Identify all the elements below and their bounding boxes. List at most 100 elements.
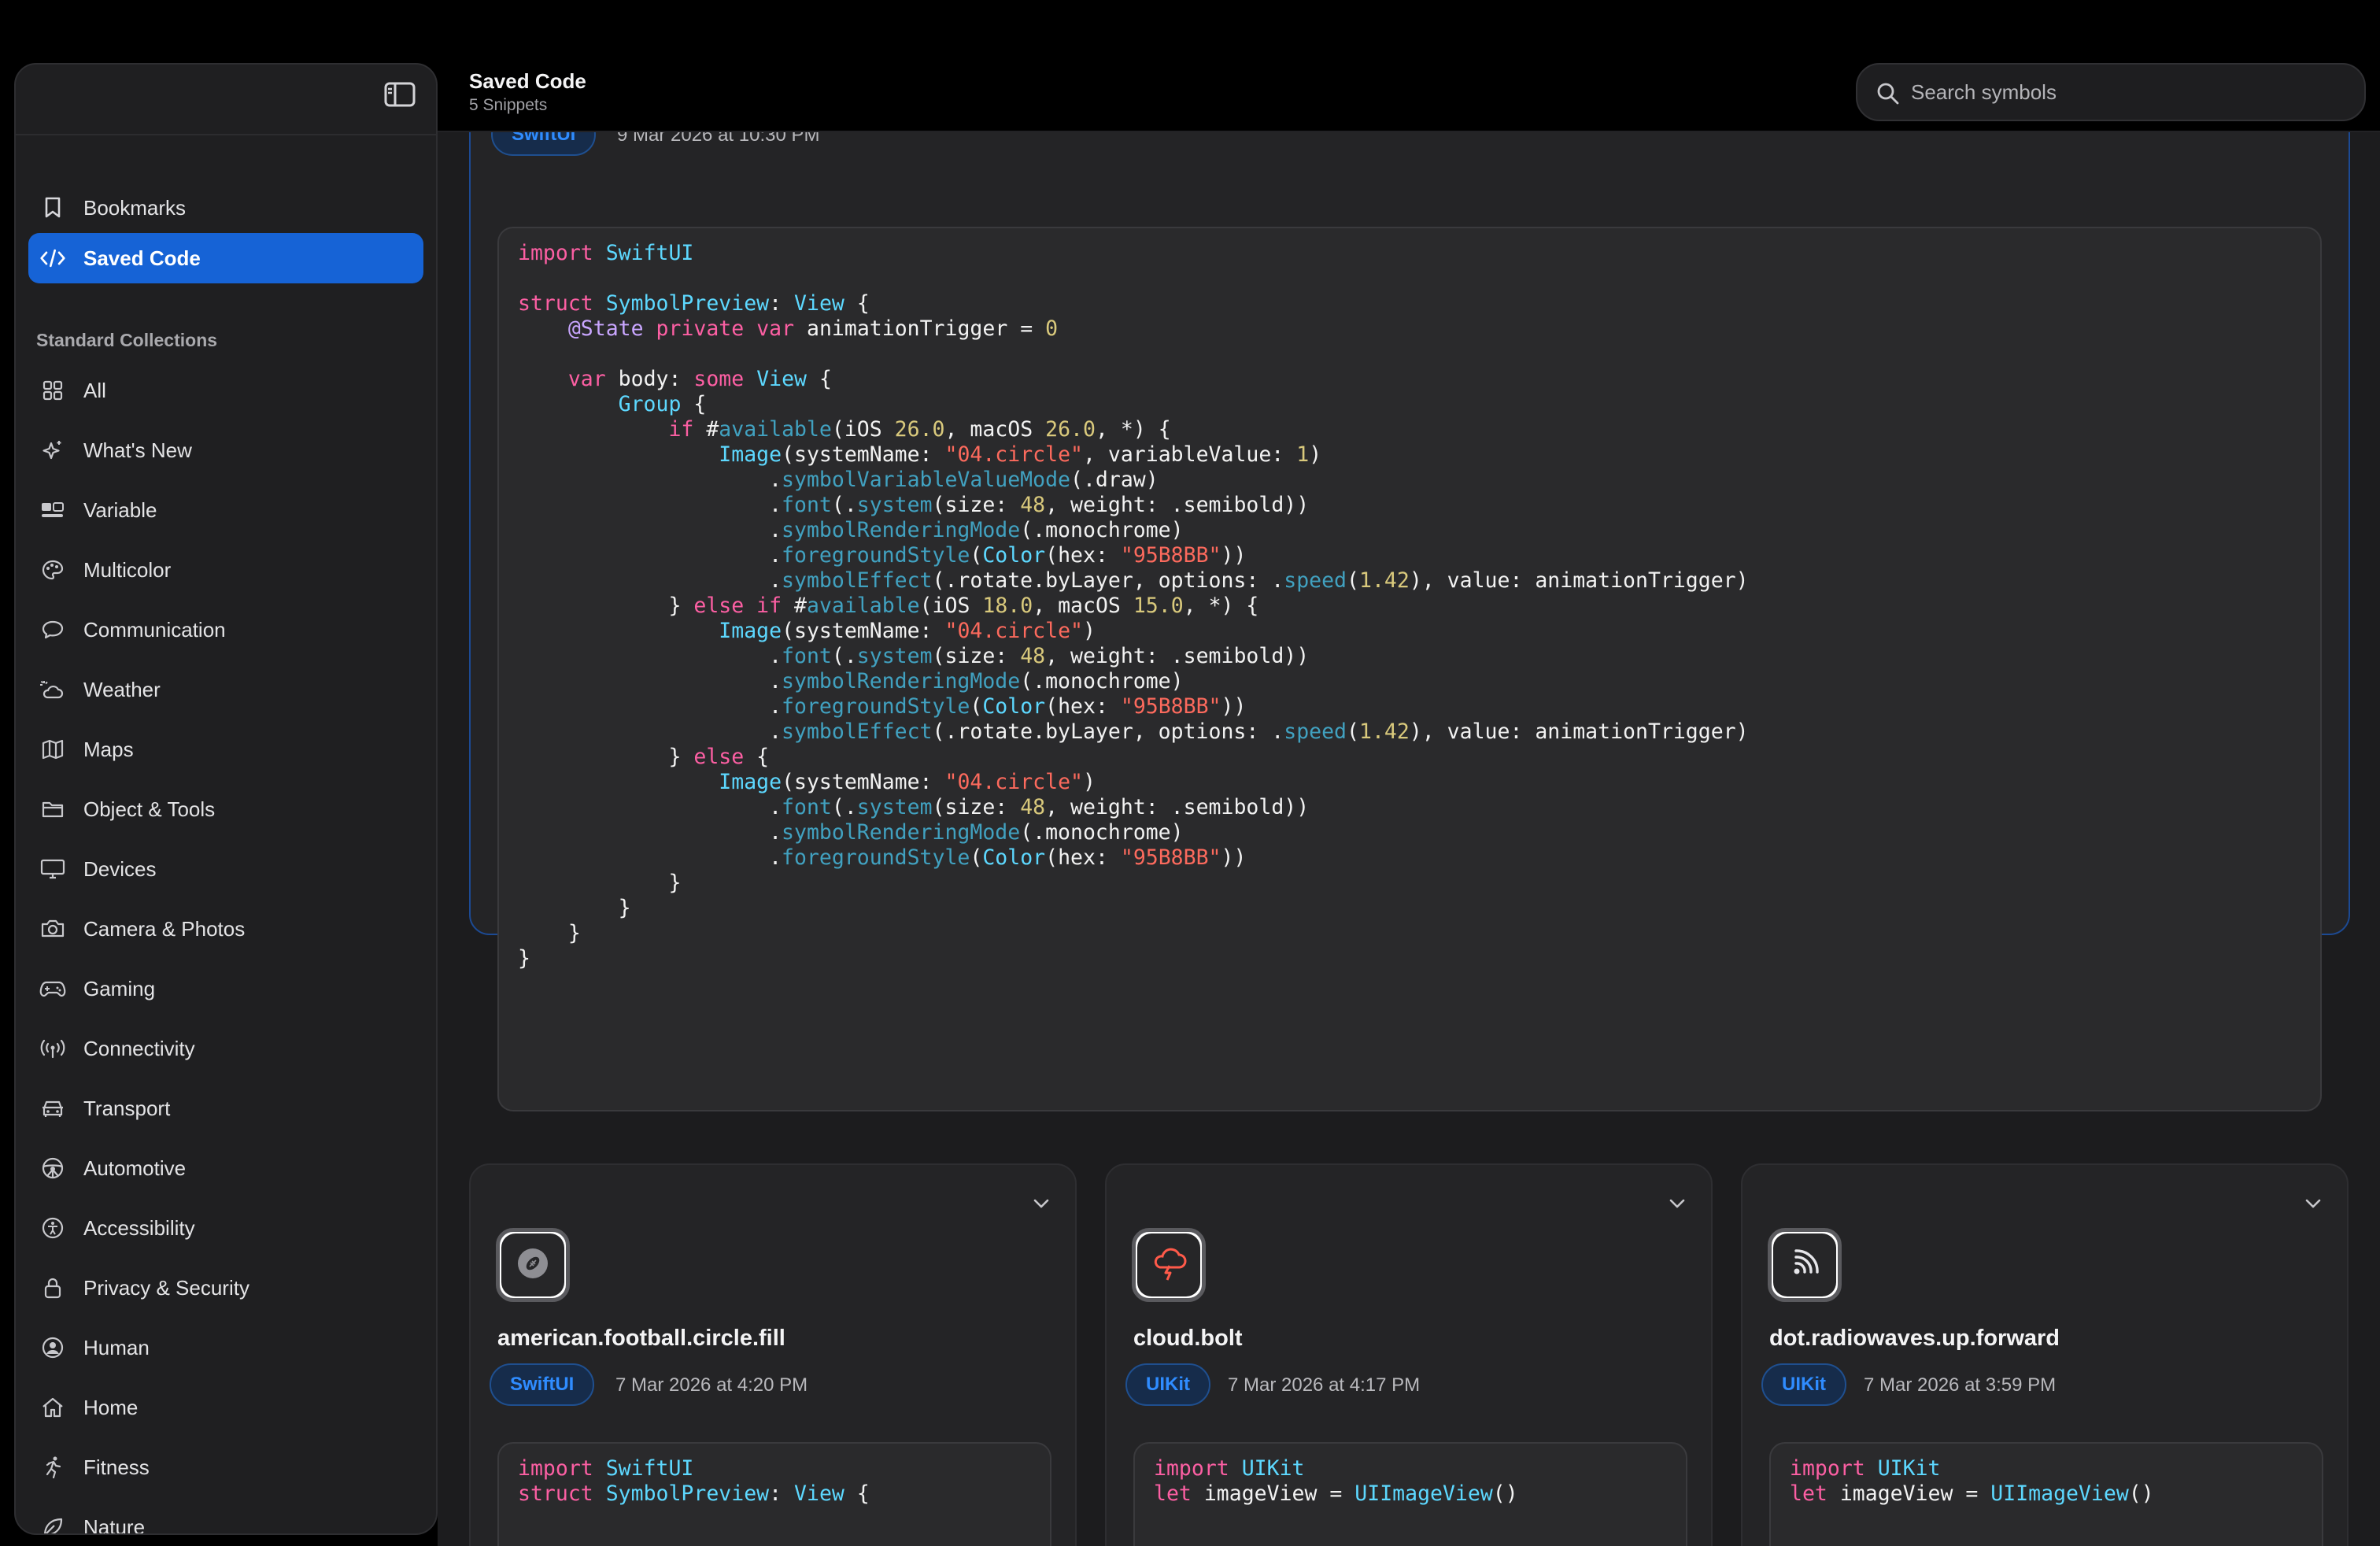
bookmark-icon (39, 194, 66, 221)
grid-icon (39, 377, 66, 404)
sidebar-divider (16, 134, 436, 135)
folder-icon (39, 796, 66, 823)
code-text: import UIKit let imageView = UIImageView… (1154, 1456, 1518, 1506)
american-football-icon (516, 1246, 550, 1285)
lock-icon (39, 1274, 66, 1301)
snippet-date: 7 Mar 2026 at 4:20 PM (615, 1374, 808, 1396)
sidebar-item-object-tools[interactable]: Object & Tools (28, 779, 423, 839)
snippet-card[interactable]: dot.radiowaves.up.forward UIKit 7 Mar 20… (1741, 1163, 2349, 1546)
featured-snippet-card[interactable]: SwiftUI 9 Mar 2026 at 10:30 PM import Sw… (469, 132, 2350, 1111)
symbol-name: dot.radiowaves.up.forward (1769, 1326, 2060, 1351)
snippet-date: 7 Mar 2026 at 3:59 PM (1864, 1374, 2057, 1396)
sidebar-item-transport[interactable]: Transport (28, 1078, 423, 1138)
sidebar-item-human[interactable]: Human (28, 1318, 423, 1378)
code-icon (39, 245, 66, 272)
code-block[interactable]: import UIKit let imageView = UIImageView… (1769, 1442, 2323, 1546)
sidebar-item-connectivity[interactable]: Connectivity (28, 1019, 423, 1078)
sidebar-item-label: Fitness (83, 1455, 150, 1479)
symbol-preview (496, 1228, 570, 1302)
code-block[interactable]: import SwiftUI struct SymbolPreview: Vie… (497, 227, 2322, 1111)
code-text: import SwiftUI struct SymbolPreview: Vie… (518, 1456, 870, 1506)
code-block[interactable]: import SwiftUI struct SymbolPreview: Vie… (497, 1442, 1051, 1546)
code-block[interactable]: import UIKit let imageView = UIImageView… (1133, 1442, 1687, 1546)
bubble-icon (39, 616, 66, 643)
sidebar-item-camera-photos[interactable]: Camera & Photos (28, 899, 423, 959)
sidebar-item-label: Variable (83, 497, 157, 522)
code-text: import UIKit let imageView = UIImageView… (1790, 1456, 2154, 1506)
sidebar-item-whats-new[interactable]: What's New (28, 420, 423, 480)
snippet-date: 9 Mar 2026 at 10:30 PM (617, 132, 820, 146)
sidebar-item-privacy-security[interactable]: Privacy & Security (28, 1258, 423, 1318)
sidebar-item-label: Home (83, 1395, 139, 1419)
chevron-down-icon[interactable] (1029, 1192, 1053, 1215)
sidebar-item-variable[interactable]: Variable (28, 480, 423, 540)
snippet-count: 5 Snippets (469, 96, 548, 114)
sidebar-item-automotive[interactable]: Automotive (28, 1138, 423, 1198)
snippet-date: 7 Mar 2026 at 4:17 PM (1228, 1374, 1421, 1396)
symbol-name: american.football.circle.fill (497, 1326, 785, 1351)
sidebar-item-saved-code[interactable]: Saved Code (28, 233, 423, 283)
sidebar-toggle-icon[interactable] (384, 82, 416, 107)
sidebar-item-label: Camera & Photos (83, 916, 246, 941)
sidebar-item-label: What's New (83, 438, 192, 462)
camera-icon (39, 915, 66, 942)
search-input[interactable] (1911, 80, 2336, 105)
sidebar-item-multicolor[interactable]: Multicolor (28, 540, 423, 600)
snippets-area: SwiftUI 9 Mar 2026 at 10:30 PM import Sw… (438, 132, 2380, 1546)
sidebar-item-bookmarks[interactable]: Bookmarks (28, 183, 423, 233)
map-icon (39, 736, 66, 763)
snippet-card[interactable]: cloud.bolt UIKit 7 Mar 2026 at 4:17 PM i… (1105, 1163, 1713, 1546)
sidebar-item-label: Nature (83, 1515, 146, 1535)
symbol-name: cloud.bolt (1133, 1326, 1243, 1351)
house-icon (39, 1394, 66, 1421)
sidebar-item-label: Automotive (83, 1156, 187, 1180)
radiowaves-icon (1787, 1246, 1822, 1285)
sidebar-item-label: Communication (83, 617, 226, 642)
search-field[interactable] (1856, 63, 2366, 121)
car-icon (39, 1095, 66, 1122)
sidebar-item-accessibility[interactable]: Accessibility (28, 1198, 423, 1258)
framework-badge: UIKit (1761, 1363, 1846, 1406)
sidebar-item-label: Human (83, 1335, 150, 1359)
snippet-card[interactable]: american.football.circle.fill SwiftUI 7 … (469, 1163, 1077, 1546)
palette-icon (39, 557, 66, 583)
sidebar-item-label: Gaming (83, 976, 156, 1000)
sidebar-item-label: Connectivity (83, 1036, 195, 1060)
sidebar-item-label: Bookmarks (83, 195, 187, 220)
sidebar-item-weather[interactable]: Weather (28, 660, 423, 719)
sidebar-item-fitness[interactable]: Fitness (28, 1437, 423, 1497)
sidebar-item-label: Privacy & Security (83, 1275, 249, 1300)
display-icon (39, 856, 66, 882)
sparkle-icon (39, 437, 66, 464)
framework-badge: UIKit (1125, 1363, 1210, 1406)
sidebar-item-all[interactable]: All (28, 361, 423, 420)
symbol-preview (1768, 1228, 1842, 1302)
accessibility-icon (39, 1215, 66, 1241)
code-text: import SwiftUI struct SymbolPreview: Vie… (518, 241, 1749, 971)
chevron-down-icon[interactable] (1665, 1192, 1689, 1215)
cloud-sun-icon (39, 676, 66, 703)
symbol-preview (1132, 1228, 1206, 1302)
sidebar-item-communication[interactable]: Communication (28, 600, 423, 660)
section-heading: Standard Collections (36, 330, 218, 350)
page-title: Saved Code (469, 69, 586, 93)
sidebar-item-label: Multicolor (83, 557, 172, 582)
sidebar-item-nature[interactable]: Nature (28, 1497, 423, 1535)
antenna-icon (39, 1035, 66, 1062)
figure-run-icon (39, 1454, 66, 1481)
sidebar-item-gaming[interactable]: Gaming (28, 959, 423, 1019)
sidebar-item-devices[interactable]: Devices (28, 839, 423, 899)
variable-icon (39, 497, 66, 523)
sidebar-item-home[interactable]: Home (28, 1378, 423, 1437)
sidebar-item-label: Devices (83, 856, 157, 881)
chevron-down-icon[interactable] (2301, 1192, 2325, 1215)
sidebar-item-maps[interactable]: Maps (28, 719, 423, 779)
sidebar-item-label: Accessibility (83, 1215, 195, 1240)
sidebar-item-label: Weather (83, 677, 161, 701)
framework-badge: SwiftUI (490, 1363, 595, 1406)
window-top-bar (0, 0, 2380, 52)
sidebar-item-label: Maps (83, 737, 134, 761)
sidebar-item-label: All (83, 378, 106, 402)
sidebar-item-label: Transport (83, 1096, 171, 1120)
sidebar-nav: Bookmarks Saved Code Standard Collection… (28, 183, 423, 1535)
